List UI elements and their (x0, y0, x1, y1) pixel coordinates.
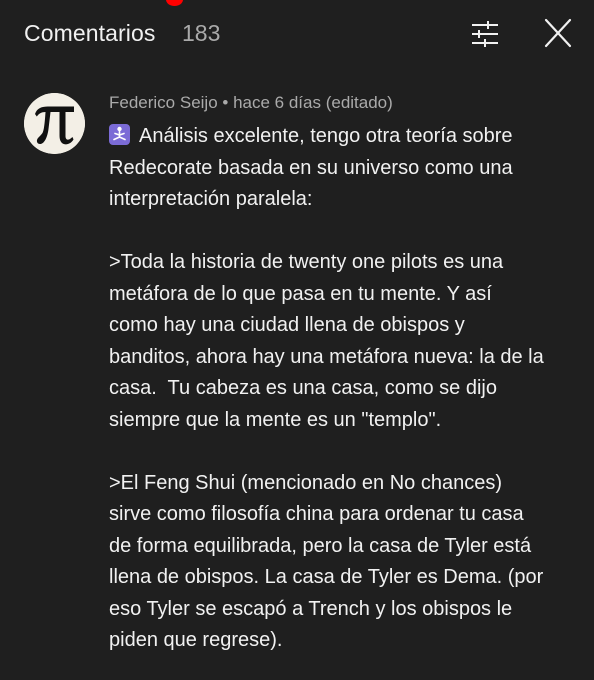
comment-text: Análisis excelente, tengo otra teoría so… (109, 121, 579, 657)
comment-line: casa. Tu cabeza es una casa, como se dij… (109, 377, 497, 399)
comments-title: Comentarios (24, 20, 156, 46)
comment-line: >Toda la historia de twenty one pilots e… (109, 251, 504, 273)
filter-button[interactable] (465, 16, 505, 52)
comment-blank-line (109, 436, 579, 468)
sliders-icon (472, 21, 498, 47)
comment-line: como hay una ciudad llena de obispos y (109, 314, 465, 336)
comment-line: Análisis excelente, tengo otra teoría so… (109, 121, 579, 153)
comment-blank-line (109, 216, 579, 248)
author-avatar[interactable] (24, 93, 85, 154)
comments-header: Comentarios 183 (0, 0, 594, 68)
person-in-lotus-position-icon (109, 124, 130, 145)
comment-line: metáfora de lo que pasa en tu mente. Y a… (109, 282, 492, 305)
comment-line: llena de obispos. La casa de Tyler es De… (109, 566, 544, 588)
comment-time: hace 6 días (editado) (233, 93, 393, 112)
comment-line: >El Feng Shui (mencionado en No chances) (109, 471, 503, 494)
comment-line: de forma equilibrada, pero la casa de Ty… (109, 534, 532, 557)
comment-line: Redecorate basada en su universo como un… (109, 156, 513, 179)
comment-line: banditos, ahora hay una metáfora nueva: … (109, 345, 544, 368)
comment-meta: Federico Seijo • hace 6 días (editado) (109, 93, 393, 113)
close-button[interactable] (538, 16, 578, 52)
meta-separator: • (217, 93, 234, 112)
comment-line: piden que regrese). (109, 629, 283, 651)
comment-line: sirve como filosofía china para ordenar … (109, 503, 524, 525)
comment-line: eso Tyler se escapó a Trench y los obisp… (109, 597, 513, 620)
pi-symbol-icon (24, 93, 85, 154)
comment-line: interpretación paralela: (109, 188, 313, 210)
comments-count: 183 (182, 20, 221, 46)
comment-author[interactable]: Federico Seijo (109, 93, 218, 112)
close-icon (544, 18, 572, 48)
comment-line: siempre que la mente es un "templo". (109, 408, 442, 431)
